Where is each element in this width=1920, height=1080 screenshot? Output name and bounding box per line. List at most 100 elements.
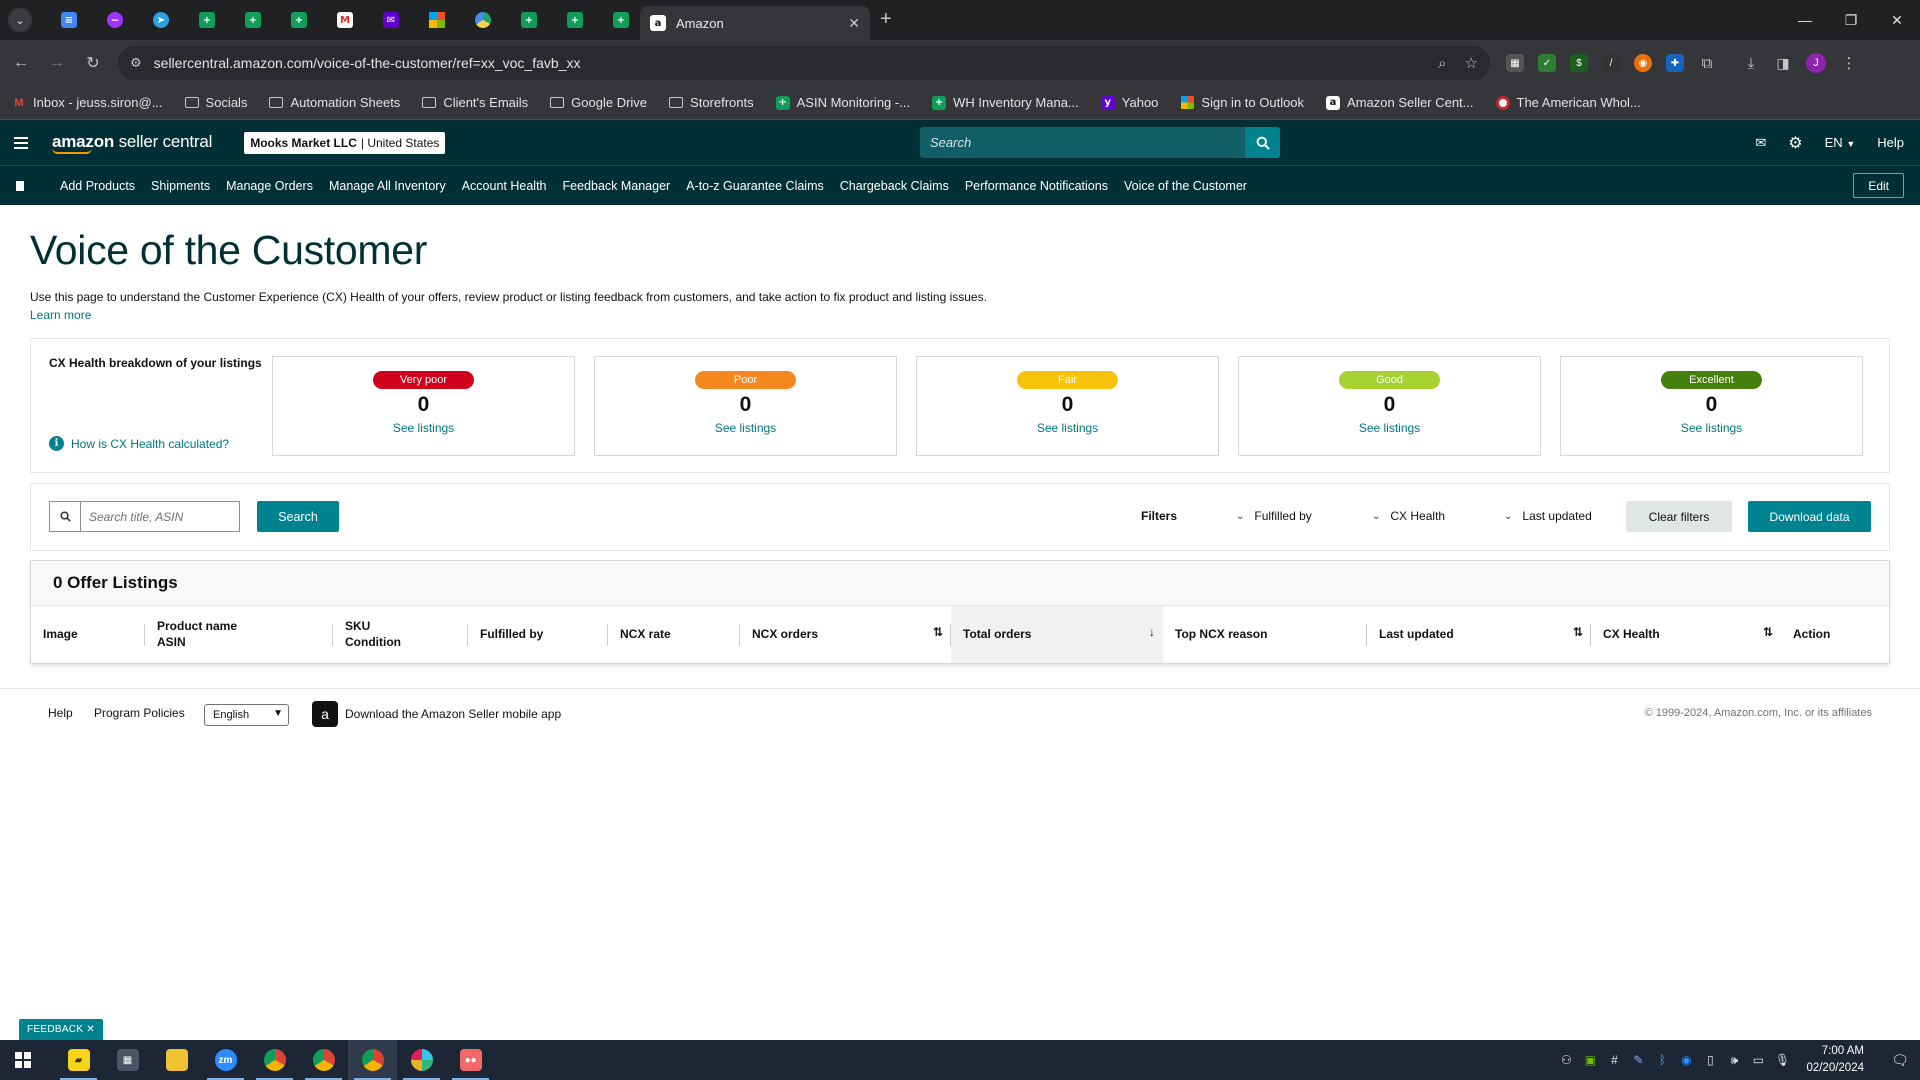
sort-icon[interactable]: ⇅ [1763,625,1773,641]
pinned-tab-telegram[interactable]: ➤ [138,0,184,40]
bookmark-item[interactable]: + ASIN Monitoring -... [775,95,910,110]
zoom-tray-icon[interactable]: ◉ [1674,1053,1698,1067]
bookmark-item[interactable]: a Amazon Seller Cent... [1326,95,1474,110]
language-selector[interactable]: EN ▼ [1825,135,1856,150]
listing-search-input[interactable]: Search title, ASIN [81,502,239,531]
download-data-button[interactable]: Download data [1748,501,1871,532]
column-header[interactable]: NCX orders ⇅ [740,606,951,663]
nav-link[interactable]: Voice of the Customer [1124,179,1247,193]
downloads-icon[interactable]: ⤓ [1742,54,1760,72]
fulfilled-by-filter[interactable]: ⌄ Fulfilled by [1236,509,1312,523]
keepa-extension-icon[interactable]: $ [1570,54,1588,72]
see-listings-link[interactable]: See listings [393,421,454,435]
profile-avatar[interactable]: J [1806,53,1826,73]
zoom-search-icon[interactable]: ⌕ [1438,55,1446,72]
see-listings-link[interactable]: See listings [715,421,776,435]
taskbar-clock[interactable]: 7:00 AM 02/20/2024 [1806,1043,1864,1076]
nav-link[interactable]: A-to-z Guarantee Claims [686,179,824,193]
edit-nav-button[interactable]: Edit [1853,173,1904,198]
header-search-input[interactable]: Search [920,127,1245,158]
see-listings-link[interactable]: See listings [1037,421,1098,435]
orange-extension-icon[interactable]: ◉ [1634,54,1652,72]
pinned-tab-messenger[interactable]: ~ [92,0,138,40]
forward-icon[interactable]: → [42,48,72,78]
see-listings-link[interactable]: See listings [1359,421,1420,435]
last-updated-filter[interactable]: ⌄ Last updated [1504,509,1592,523]
slack-tray-icon[interactable]: # [1602,1053,1626,1067]
cx-health-filter[interactable]: ⌄ CX Health [1372,509,1445,523]
nav-link[interactable]: Performance Notifications [965,179,1108,193]
see-listings-link[interactable]: See listings [1681,421,1742,435]
extensions-puzzle-icon[interactable]: ⧉ [1698,54,1716,72]
taskbar-chrome-3[interactable] [348,1040,397,1080]
battery-icon[interactable]: ▯ [1698,1053,1722,1067]
bookmark-item[interactable]: Storefronts [669,95,754,110]
bluetooth-icon[interactable]: ᛒ [1650,1053,1674,1067]
column-header[interactable]: Last updated ⇅ [1367,606,1591,663]
blue-extension-icon[interactable]: ✚ [1666,54,1684,72]
volume-icon[interactable]: 🕪 [1722,1053,1746,1068]
nav-link[interactable]: Shipments [151,179,210,193]
pinned-tab-sheets-6[interactable]: + [598,0,644,40]
pinned-tab-sheets-1[interactable]: + [184,0,230,40]
close-tab-icon[interactable]: ✕ [848,15,860,32]
pinned-tab-google-drive[interactable] [460,0,506,40]
sort-icon[interactable]: ⇅ [933,625,943,641]
nvidia-icon[interactable]: ▣ [1578,1053,1602,1067]
taskbar-asana[interactable]: ●● [446,1040,495,1080]
column-header[interactable]: Total orders ↓ [951,606,1163,663]
notifications-icon[interactable]: 🗨 [1880,1052,1920,1069]
bookmark-item[interactable]: Automation Sheets [269,95,400,110]
taskbar-zoom[interactable]: zm [201,1040,250,1080]
pinned-tab-sheets-4[interactable]: + [506,0,552,40]
settings-gear-icon[interactable]: ⚙ [1788,133,1802,153]
account-switcher[interactable]: Mooks Market LLC | United States [244,131,446,154]
network-icon[interactable]: ▭ [1746,1053,1770,1067]
browser-menu-icon[interactable]: ⋮ [1840,54,1858,72]
footer-app-link[interactable]: a Download the Amazon Seller mobile app [312,701,561,727]
hamburger-menu-icon[interactable] [14,136,28,149]
minimize-icon[interactable]: — [1782,0,1828,40]
footer-policies-link[interactable]: Program Policies [94,706,185,720]
taskbar-chrome-2[interactable] [299,1040,348,1080]
header-search-button[interactable] [1245,127,1280,158]
bookmark-item[interactable]: Sign in to Outlook [1180,95,1304,110]
new-tab-icon[interactable]: + [880,8,892,31]
nav-link[interactable]: Manage All Inventory [329,179,446,193]
seller-central-logo[interactable]: amazon seller central [52,132,212,154]
bookmark-item[interactable]: y Yahoo [1100,95,1158,110]
taskbar-file-explorer[interactable] [152,1040,201,1080]
people-icon[interactable]: ⚇ [1554,1053,1578,1067]
nav-link[interactable]: Add Products [60,179,135,193]
feedback-button[interactable]: FEEDBACK ✕ [19,1019,104,1040]
tab-search-dropdown-icon[interactable]: ⌄ [8,8,32,32]
qr-extension-icon[interactable]: ▦ [1506,54,1524,72]
footer-language-select[interactable]: English ▼ [204,704,289,726]
sort-icon[interactable]: ⇅ [1573,625,1583,641]
close-icon[interactable]: ✕ [86,1024,95,1035]
help-link[interactable]: Help [1877,135,1904,150]
listing-search-button[interactable]: Search [257,501,339,532]
nav-link[interactable]: Account Health [462,179,547,193]
footer-help-link[interactable]: Help [48,706,73,720]
bookmark-icon[interactable] [16,180,24,191]
site-info-icon[interactable]: ⚙ [130,55,142,71]
nav-link[interactable]: Feedback Manager [563,179,671,193]
clear-filters-button[interactable]: Clear filters [1626,501,1732,532]
pen-extension-icon[interactable]: / [1602,54,1620,72]
bookmark-item[interactable]: The American Whol... [1495,95,1641,110]
taskbar-slack[interactable] [397,1040,446,1080]
pen-tray-icon[interactable]: ✎ [1626,1053,1650,1067]
pinned-tab-docs[interactable]: ≡ [46,0,92,40]
active-tab[interactable]: a Amazon ✕ [640,6,870,40]
pinned-tab-sheets-3[interactable]: + [276,0,322,40]
pinned-tab-sheets-5[interactable]: + [552,0,598,40]
nav-link[interactable]: Manage Orders [226,179,313,193]
restore-icon[interactable]: ❐ [1828,0,1874,40]
shield-extension-icon[interactable]: ✓ [1538,54,1556,72]
bookmark-item[interactable]: Client's Emails [422,95,528,110]
taskbar-sticky-notes[interactable]: ▰ [54,1040,103,1080]
column-header[interactable]: CX Health ⇅ [1591,606,1781,663]
bookmark-item[interactable]: + WH Inventory Mana... [932,95,1079,110]
mail-icon[interactable]: ✉ [1755,135,1766,151]
